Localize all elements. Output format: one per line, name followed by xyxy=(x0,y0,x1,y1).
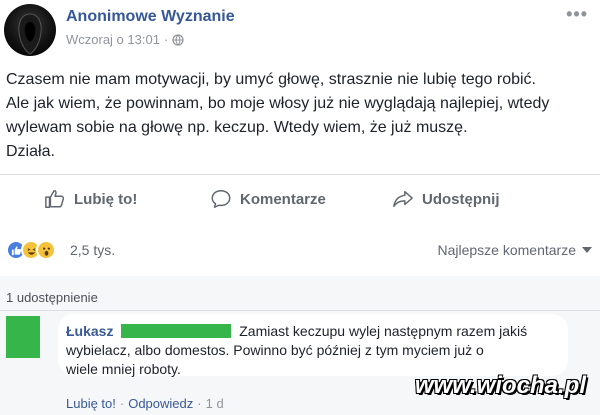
post-author[interactable]: Anonimowe Wyznanie xyxy=(66,8,235,26)
redacted-name xyxy=(121,324,232,338)
post-text: Czasem nie mam motywacji, by umyć głowę,… xyxy=(6,68,598,164)
more-options-icon[interactable]: ••• xyxy=(566,4,588,25)
like-label: Lubię to! xyxy=(74,190,138,208)
post-meta: Wczoraj o 13:01 · xyxy=(66,32,184,47)
comment-actions: Lubię to! · Odpowiedz · 1 d xyxy=(66,396,224,411)
shares-count[interactable]: 1 udostępnienie xyxy=(6,290,98,305)
reaction-count[interactable]: 2,5 tys. xyxy=(70,242,115,258)
divider xyxy=(0,174,600,175)
site-watermark: www.wiocha.pl xyxy=(414,372,586,399)
comment-icon xyxy=(211,190,231,208)
post-text-line: wylewam sobie na głowę np. keczup. Wtedy… xyxy=(6,119,468,136)
comment-text-line: wybielacz, albo domestos. Powinno być pó… xyxy=(66,342,484,358)
comment-sort-dropdown[interactable]: Najlepsze komentarze xyxy=(437,242,592,258)
post-text-line: Działa. xyxy=(6,143,55,160)
comment-time[interactable]: 1 d xyxy=(206,396,224,411)
share-button[interactable]: Udostępnij xyxy=(392,188,500,210)
post-header: Anonimowe Wyznanie Wczoraj o 13:01 · ••• xyxy=(0,0,600,58)
divider xyxy=(0,310,600,311)
post-text-line: Ale jak wiem, że powinnam, bo moje włosy… xyxy=(6,95,550,112)
commenter-avatar[interactable] xyxy=(6,316,40,358)
like-button[interactable]: Lubię to! xyxy=(44,188,137,210)
hooded-figure-icon xyxy=(18,13,42,55)
globe-icon xyxy=(172,33,184,46)
share-arrow-icon xyxy=(393,190,413,208)
post-timestamp[interactable]: Wczoraj o 13:01 xyxy=(66,32,160,47)
wow-reaction-icon xyxy=(36,240,56,260)
comment-body: Łukasz Zamiast keczupu wylej następnym r… xyxy=(66,322,566,379)
comment-reply-link[interactable]: Odpowiedz xyxy=(128,396,193,411)
comment-label: Komentarze xyxy=(240,190,326,208)
chevron-down-icon xyxy=(582,247,592,253)
separator-dot: · xyxy=(119,396,125,411)
thumbs-up-icon xyxy=(45,190,65,208)
post-actions: Lubię to! Komentarze Udostępnij xyxy=(0,178,600,222)
meta-separator: · xyxy=(163,32,169,47)
page-avatar[interactable] xyxy=(4,4,56,56)
separator-dot: · xyxy=(197,396,202,411)
sort-label: Najlepsze komentarze xyxy=(437,242,576,258)
reactions-bar: 2,5 tys. Najlepsze komentarze xyxy=(0,226,600,276)
comment-like-link[interactable]: Lubię to! xyxy=(66,396,116,411)
post-text-line: Czasem nie mam motywacji, by umyć głowę,… xyxy=(6,71,536,88)
comment-button[interactable]: Komentarze xyxy=(210,188,326,210)
comment-text-line: Zamiast keczupu wylej następnym razem ja… xyxy=(239,323,528,339)
comment-author[interactable]: Łukasz xyxy=(66,323,113,339)
reaction-icons[interactable] xyxy=(6,240,56,260)
share-label: Udostępnij xyxy=(422,190,500,208)
